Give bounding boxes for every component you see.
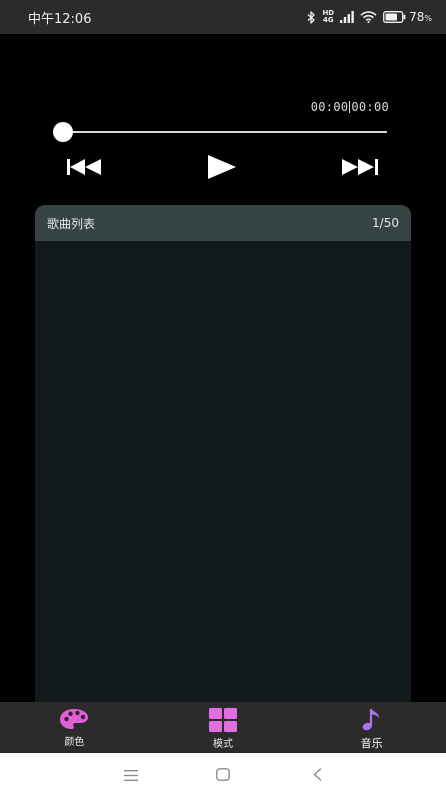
play-button[interactable]: [205, 152, 239, 182]
home-icon: [216, 766, 230, 785]
play-icon: [208, 155, 236, 179]
nav-item-mode[interactable]: 模式: [149, 702, 298, 753]
bottom-nav: 颜色 模式 音乐: [0, 702, 446, 753]
system-nav-bar: [0, 753, 446, 796]
song-count: 1/50: [372, 216, 399, 230]
progress-slider[interactable]: [53, 121, 387, 143]
network-type: HD 4G: [322, 9, 335, 24]
bluetooth-icon: [307, 10, 316, 24]
song-list[interactable]: [35, 241, 411, 705]
nav-item-color[interactable]: 颜色: [0, 702, 149, 753]
nav-item-music[interactable]: 音乐: [297, 702, 446, 753]
song-list-header: 歌曲列表 1/50: [35, 205, 411, 241]
progress-thumb[interactable]: [53, 122, 73, 142]
next-button[interactable]: [341, 152, 379, 182]
previous-track-icon: [67, 159, 103, 175]
song-list-title: 歌曲列表: [47, 216, 96, 231]
back-icon: [313, 766, 322, 785]
song-list-panel: 歌曲列表 1/50: [35, 205, 411, 705]
time-readout: 00:00 00:00: [311, 100, 389, 114]
battery-level: 78%: [409, 10, 432, 24]
status-bar: 中午12:06 HD 4G 78%: [0, 0, 446, 34]
elapsed-time: 00:00: [310, 100, 349, 114]
total-time: 00:00: [351, 100, 389, 114]
menu-button[interactable]: [119, 765, 143, 785]
wifi-icon: [360, 11, 377, 23]
status-time: 中午12:06: [28, 11, 92, 27]
palette-icon: [59, 708, 89, 730]
next-track-icon: [342, 159, 378, 175]
nav-label-mode: 模式: [213, 739, 233, 750]
progress-track: [54, 131, 387, 133]
battery-icon: [383, 11, 406, 23]
previous-button[interactable]: [66, 152, 104, 182]
nav-label-music: 音乐: [360, 737, 383, 750]
battery: 78%: [383, 10, 432, 24]
music-note-icon: [361, 708, 383, 732]
nav-label-color: 颜色: [64, 737, 85, 748]
cell-signal-icon: [340, 11, 354, 23]
back-button[interactable]: [305, 765, 329, 785]
grid-mode-icon: [209, 708, 237, 732]
menu-icon: [124, 766, 138, 785]
home-button[interactable]: [211, 765, 235, 785]
status-icons: HD 4G 78%: [307, 10, 432, 24]
player-screen: 00:00 00:00 歌曲列表 1/50: [0, 34, 446, 705]
